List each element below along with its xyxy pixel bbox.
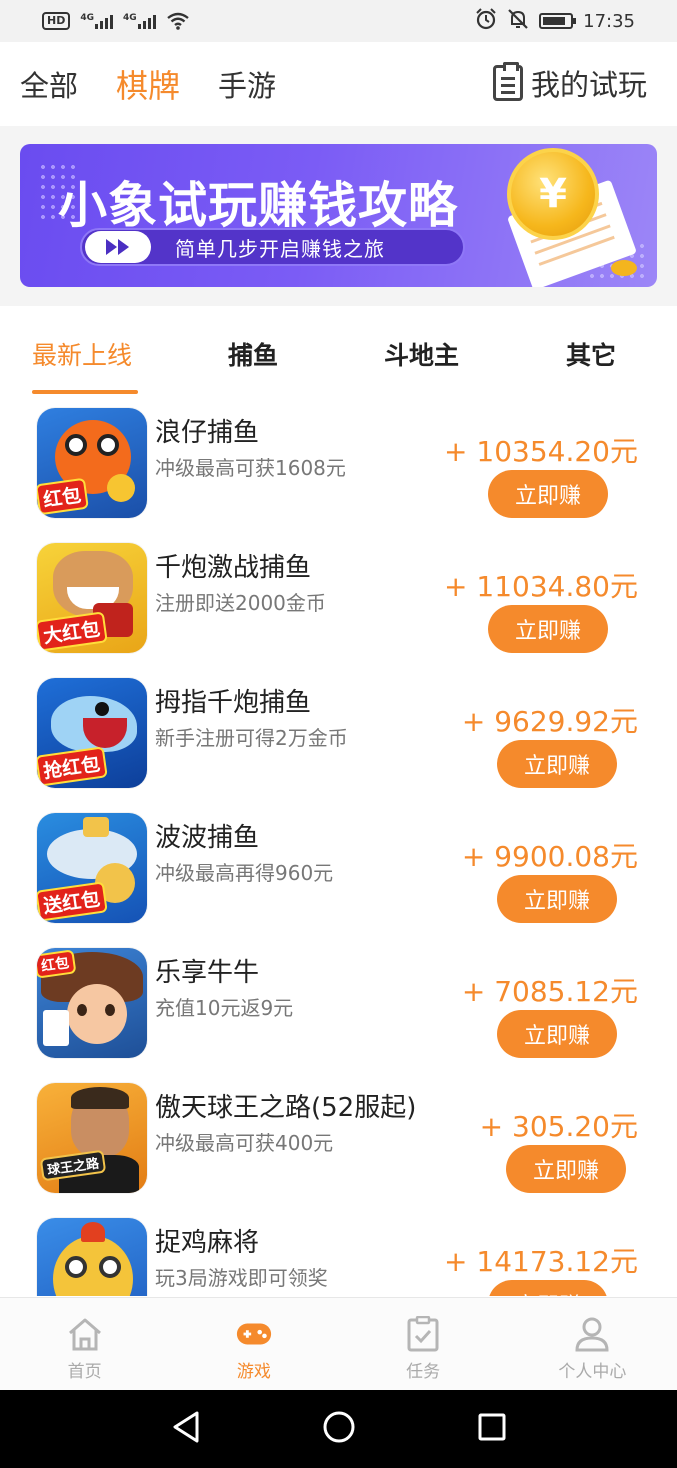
mute-icon — [507, 8, 529, 35]
game-name: 乐享牛牛 — [155, 958, 260, 988]
nav-profile-label: 个人中心 — [558, 1362, 627, 1382]
list-item[interactable]: 抢红包 拇指千炮捕鱼 新手注册可得2万金币 + 9629.92元 立即赚 — [0, 666, 677, 801]
red-packet-badge: 抢红包 — [37, 746, 108, 787]
wifi-icon — [166, 12, 190, 30]
game-list: 红包 浪仔捕鱼 冲级最高可获1608元 + 10354.20元 立即赚 大红包 … — [0, 396, 677, 1296]
nav-tasks-label: 任务 — [406, 1362, 441, 1382]
signal-icon: 4G — [80, 13, 113, 29]
game-name: 浪仔捕鱼 — [155, 418, 260, 448]
game-reward: + 10354.20元 — [444, 435, 638, 468]
system-nav-bar — [0, 1390, 677, 1468]
red-packet-badge: 送红包 — [37, 881, 108, 922]
game-desc: 充值10元返9元 — [155, 996, 294, 1020]
person-icon — [573, 1316, 611, 1352]
clipboard-icon — [492, 62, 523, 101]
list-item[interactable]: 捉鸡麻将 玩3局游戏即可领奖 + 14173.12元 立即赚 — [0, 1206, 677, 1296]
small-coin-icon — [611, 260, 637, 276]
battery-icon — [539, 13, 577, 29]
my-trial-button[interactable]: 我的试玩 — [492, 62, 647, 104]
game-reward: + 14173.12元 — [444, 1245, 638, 1278]
game-icon-lexiang-niuniu[interactable]: 红包 — [37, 948, 147, 1058]
game-desc: 冲级最高可获1608元 — [155, 456, 346, 480]
nav-profile[interactable]: 个人中心 — [508, 1298, 677, 1390]
signal-icon-2: 4G — [123, 13, 156, 29]
earn-now-button[interactable]: 立即赚 — [488, 1280, 608, 1296]
game-name: 千炮激战捕鱼 — [155, 553, 312, 583]
game-icon-bobo-fishing[interactable]: 送红包 — [37, 813, 147, 923]
game-reward: + 9900.08元 — [461, 840, 638, 873]
red-packet-badge: 大红包 — [37, 611, 108, 652]
hd-icon: HD — [42, 12, 71, 30]
banner-subtitle-pill: 简单几步开启赚钱之旅 — [80, 228, 465, 266]
bottom-nav: 首页 游戏 任务 个人中心 — [0, 1297, 677, 1390]
game-name: 捉鸡麻将 — [155, 1228, 260, 1258]
coin-icon: ¥ — [507, 148, 599, 240]
earn-now-button[interactable]: 立即赚 — [497, 875, 617, 923]
top-nav: 全部 棋牌 手游 我的试玩 — [0, 42, 677, 126]
task-icon — [404, 1316, 442, 1352]
game-reward: + 305.20元 — [479, 1110, 638, 1143]
recents-icon[interactable] — [477, 1412, 507, 1446]
game-reward: + 11034.80元 — [444, 570, 638, 603]
game-icon-thumb-fishing[interactable]: 抢红包 — [37, 678, 147, 788]
tab-chess-cards[interactable]: 棋牌 — [116, 61, 180, 107]
earn-now-button[interactable]: 立即赚 — [497, 1010, 617, 1058]
tab-all[interactable]: 全部 — [20, 63, 78, 105]
my-trial-label: 我的试玩 — [530, 68, 647, 102]
game-desc: 玩3局游戏即可领奖 — [155, 1266, 328, 1290]
tab-others[interactable]: 其它 — [566, 336, 616, 372]
game-desc: 冲级最高可获400元 — [155, 1131, 334, 1155]
game-reward: + 9629.92元 — [461, 705, 638, 738]
earn-now-button[interactable]: 立即赚 — [506, 1145, 626, 1193]
gamepad-icon — [235, 1316, 273, 1352]
red-packet-badge: 红包 — [37, 477, 89, 516]
nav-games[interactable]: 游戏 — [169, 1298, 338, 1390]
game-name: 傲天球王之路(52服起) — [155, 1093, 417, 1123]
tab-fishing[interactable]: 捕鱼 — [228, 336, 278, 372]
status-left: HD 4G 4G — [42, 12, 190, 30]
nav-home[interactable]: 首页 — [0, 1298, 169, 1390]
game-desc: 新手注册可得2万金币 — [155, 726, 348, 750]
promo-banner[interactable]: ¥ 小象试玩赚钱攻略 简单几步开启赚钱之旅 — [20, 144, 657, 287]
list-item[interactable]: 红包 浪仔捕鱼 冲级最高可获1608元 + 10354.20元 立即赚 — [0, 396, 677, 531]
nav-home-label: 首页 — [67, 1362, 102, 1382]
nav-tasks[interactable]: 任务 — [339, 1298, 508, 1390]
game-icon-langzai-fishing[interactable]: 红包 — [37, 408, 147, 518]
category-tabs: 最新上线 捕鱼 斗地主 其它 — [0, 306, 677, 396]
game-name: 波波捕鱼 — [155, 823, 260, 853]
banner-subtitle: 简单几步开启赚钱之旅 — [175, 236, 385, 261]
nav-games-label: 游戏 — [236, 1362, 271, 1382]
list-item[interactable]: 大红包 千炮激战捕鱼 注册即送2000金币 + 11034.80元 立即赚 — [0, 531, 677, 666]
game-desc: 注册即送2000金币 — [155, 591, 326, 615]
game-icon-qianpao-fishing[interactable]: 大红包 — [37, 543, 147, 653]
game-name: 拇指千炮捕鱼 — [155, 688, 312, 718]
play-icon — [85, 231, 151, 263]
list-item[interactable]: 红包 乐享牛牛 充值10元返9元 + 7085.12元 立即赚 — [0, 936, 677, 1071]
game-desc: 冲级最高再得960元 — [155, 861, 334, 885]
tab-mobile-games[interactable]: 手游 — [218, 63, 276, 105]
status-right: 17:35 — [475, 7, 635, 35]
game-icon-aotian-football[interactable]: 球王之路 — [37, 1083, 147, 1193]
game-reward: + 7085.12元 — [461, 975, 638, 1008]
banner-title: 小象试玩赚钱攻略 — [58, 177, 459, 234]
list-item[interactable]: 送红包 波波捕鱼 冲级最高再得960元 + 9900.08元 立即赚 — [0, 801, 677, 936]
back-icon[interactable] — [170, 1410, 202, 1448]
alarm-icon — [475, 7, 497, 35]
banner-area: ¥ 小象试玩赚钱攻略 简单几步开启赚钱之旅 — [0, 126, 677, 306]
tab-newest[interactable]: 最新上线 — [32, 336, 132, 372]
earn-now-button[interactable]: 立即赚 — [497, 740, 617, 788]
tab-landlord[interactable]: 斗地主 — [384, 336, 459, 372]
active-tab-indicator — [32, 390, 138, 394]
earn-now-button[interactable]: 立即赚 — [488, 470, 608, 518]
clock-text: 17:35 — [583, 10, 635, 32]
earn-now-button[interactable]: 立即赚 — [488, 605, 608, 653]
home-icon — [66, 1316, 104, 1352]
home-circle-icon[interactable] — [322, 1410, 356, 1448]
game-icon-zhuoji-mahjong[interactable] — [37, 1218, 147, 1296]
list-item[interactable]: 球王之路 傲天球王之路(52服起) 冲级最高可获400元 + 305.20元 立… — [0, 1071, 677, 1206]
status-bar: HD 4G 4G 17:35 — [0, 0, 677, 42]
